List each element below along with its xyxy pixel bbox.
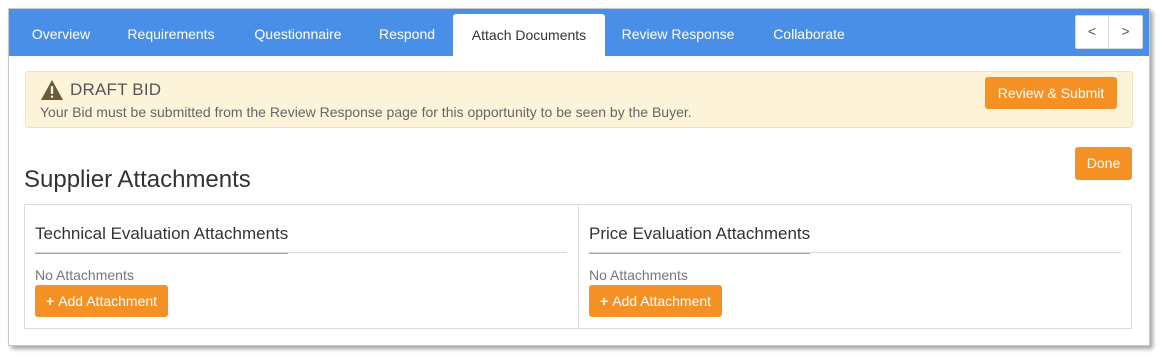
review-submit-button[interactable]: Review & Submit: [985, 77, 1117, 109]
tab-respond[interactable]: Respond: [367, 9, 447, 56]
panel-title: Price Evaluation Attachments: [589, 224, 811, 254]
technical-attachments-panel: Technical Evaluation Attachments No Atta…: [25, 205, 579, 328]
price-attachments-panel: Price Evaluation Attachments No Attachme…: [579, 205, 1131, 328]
warning-triangle-icon: [41, 80, 63, 100]
button-label: Add Attachment: [58, 293, 158, 309]
tab-requirements[interactable]: Requirements: [113, 9, 229, 56]
plus-icon: +: [600, 293, 609, 309]
done-button[interactable]: Done: [1075, 147, 1132, 180]
banner-title: DRAFT BID: [70, 80, 162, 99]
add-technical-attachment-button[interactable]: + Add Attachment: [35, 285, 169, 317]
empty-state-text: No Attachments: [35, 267, 134, 283]
tab-attach-documents[interactable]: Attach Documents: [453, 14, 605, 56]
banner-message: Your Bid must be submitted from the Revi…: [40, 104, 692, 120]
window-frame: Overview Requirements Questionnaire Resp…: [8, 8, 1150, 346]
plus-icon: +: [46, 293, 55, 309]
button-label: Add Attachment: [612, 293, 712, 309]
empty-state-text: No Attachments: [589, 267, 688, 283]
tab-overview[interactable]: Overview: [17, 9, 105, 56]
tab-collaborate[interactable]: Collaborate: [757, 9, 861, 56]
tab-questionnaire[interactable]: Questionnaire: [239, 9, 357, 56]
divider: [35, 252, 567, 253]
tab-pager: < >: [1075, 15, 1143, 49]
previous-tab-button[interactable]: <: [1076, 16, 1109, 48]
page-title: Supplier Attachments: [24, 166, 251, 193]
tab-review-response[interactable]: Review Response: [612, 9, 744, 56]
attachments-panels: Technical Evaluation Attachments No Atta…: [24, 204, 1132, 329]
divider: [589, 252, 1121, 253]
next-tab-button[interactable]: >: [1109, 16, 1142, 48]
draft-bid-banner: DRAFT BID Your Bid must be submitted fro…: [25, 71, 1133, 128]
panel-title: Technical Evaluation Attachments: [35, 224, 289, 254]
add-price-attachment-button[interactable]: + Add Attachment: [589, 285, 723, 317]
tab-bar: Overview Requirements Questionnaire Resp…: [9, 9, 1149, 56]
